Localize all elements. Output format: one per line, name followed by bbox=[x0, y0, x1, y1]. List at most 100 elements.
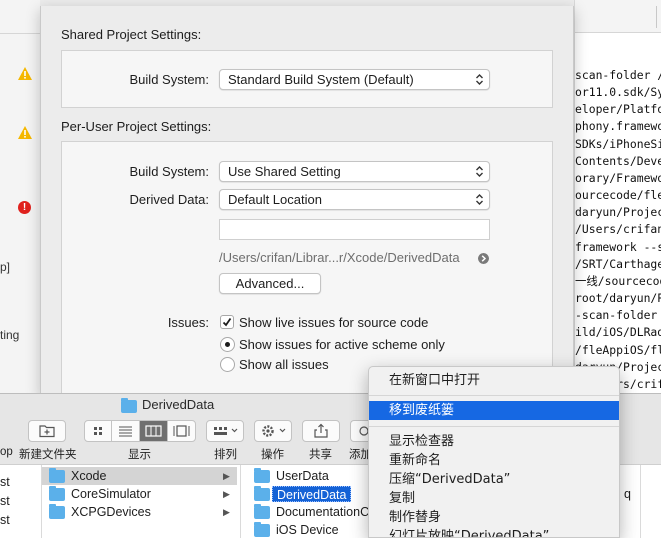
derived-data-custom-path-field[interactable] bbox=[219, 219, 490, 240]
list-item-label: iOS Device Logs bbox=[276, 523, 339, 537]
reveal-in-finder-icon[interactable] bbox=[478, 253, 489, 264]
list-view-icon bbox=[119, 426, 132, 437]
menu-item-move-to-trash[interactable]: 移到废纸篓 bbox=[369, 401, 619, 420]
log-line: root/daryun/Pr bbox=[575, 291, 661, 306]
up-down-arrows-icon bbox=[476, 166, 483, 177]
warning-icon[interactable] bbox=[18, 126, 32, 139]
sidebar-item[interactable]: st bbox=[0, 473, 40, 491]
shared-settings-title: Shared Project Settings: bbox=[61, 27, 202, 42]
toolbar-divider bbox=[0, 33, 40, 34]
column-view-segment[interactable] bbox=[140, 421, 168, 441]
log-line: /fleAppiOS/fle bbox=[575, 342, 661, 357]
list-item-xcode[interactable]: Xcode ▶ bbox=[42, 467, 237, 485]
per-user-settings-box: Build System: Use Shared Setting Derived… bbox=[61, 141, 553, 396]
sidebar-item[interactable]: st bbox=[0, 492, 40, 510]
popup-value: Default Location bbox=[228, 192, 322, 207]
list-item-cut[interactable]: q bbox=[624, 485, 638, 503]
radio-all-issues-label: Show all issues bbox=[239, 357, 329, 372]
list-item-deriveddata[interactable]: DerivedData bbox=[248, 485, 368, 503]
log-line: daryun/Project bbox=[575, 205, 661, 220]
popup-value: Standard Build System (Default) bbox=[228, 72, 414, 87]
list-item-userdata[interactable]: UserData bbox=[248, 467, 368, 485]
toolbar-cut-label: op bbox=[0, 446, 13, 458]
chevron-right-icon: ▶ bbox=[223, 507, 230, 517]
shared-build-system-label: Build System: bbox=[129, 72, 209, 87]
new-folder-icon bbox=[39, 425, 55, 438]
chevron-right-icon: ▶ bbox=[223, 471, 230, 481]
menu-item-duplicate[interactable]: 复制 bbox=[369, 489, 619, 508]
shared-settings-box: Build System: Standard Build System (Def… bbox=[61, 50, 553, 108]
gallery-view-segment[interactable] bbox=[168, 421, 195, 441]
arrange-button[interactable] bbox=[206, 420, 244, 442]
issue-label: ting bbox=[0, 328, 20, 342]
up-down-arrows-icon bbox=[476, 194, 483, 205]
folder-icon bbox=[254, 486, 270, 501]
column-divider bbox=[240, 465, 241, 538]
list-item-label: CoreSimulator bbox=[71, 487, 151, 501]
show-live-issues-checkbox[interactable] bbox=[220, 315, 234, 329]
derived-data-popup[interactable]: Default Location bbox=[219, 189, 490, 210]
menu-separator bbox=[369, 426, 619, 427]
view-label: 显示 bbox=[128, 449, 151, 461]
per-user-settings-title: Per-User Project Settings: bbox=[61, 119, 212, 134]
list-item-label: DerivedData bbox=[272, 486, 352, 502]
log-line: Contents/Deve bbox=[575, 153, 661, 168]
menu-item-open-in-new-window[interactable]: 在新窗口中打开 bbox=[369, 371, 619, 390]
folder-icon bbox=[49, 504, 65, 519]
list-item-xcpgdevices[interactable]: XCPGDevices ▶ bbox=[42, 503, 237, 521]
icon-view-segment[interactable] bbox=[85, 421, 112, 441]
new-folder-button[interactable] bbox=[28, 420, 66, 442]
shared-build-system-popup[interactable]: Standard Build System (Default) bbox=[219, 69, 490, 90]
build-log-panel: scan-folder /A or11.0.sdk/Sys eloper/Platf… bbox=[574, 0, 661, 395]
radio-active-scheme-only-label: Show issues for active scheme only bbox=[239, 337, 445, 352]
folder-icon bbox=[254, 468, 270, 483]
derived-data-label: Derived Data: bbox=[129, 192, 209, 207]
list-item-label: XCPGDevices bbox=[71, 505, 151, 519]
menu-separator bbox=[369, 395, 619, 396]
checkmark-icon bbox=[222, 317, 232, 327]
log-line: /Users/crifan bbox=[575, 222, 661, 237]
new-folder-label: 新建文件夹 bbox=[19, 449, 77, 461]
log-line: framework --sc bbox=[575, 239, 661, 254]
issues-label: Issues: bbox=[167, 315, 209, 330]
menu-item-quick-look[interactable]: 幻灯片放映“DerivedData” bbox=[369, 527, 619, 537]
log-line: 一线/sourcecod bbox=[575, 273, 661, 288]
menu-item-get-info[interactable]: 显示检查器 bbox=[369, 432, 619, 451]
sidebar-item[interactable]: st bbox=[0, 511, 40, 529]
derived-data-path: /Users/crifan/Librar...r/Xcode/DerivedDa… bbox=[219, 250, 460, 265]
folder-icon bbox=[121, 398, 137, 413]
arrange-label: 排列 bbox=[214, 449, 237, 461]
list-item-ios-device-logs[interactable]: iOS Device Logs bbox=[248, 521, 368, 538]
view-mode-segmented-control[interactable] bbox=[84, 420, 196, 442]
column-divider bbox=[640, 465, 641, 538]
finder-title: DerivedData bbox=[142, 397, 215, 412]
up-down-arrows-icon bbox=[476, 74, 483, 85]
action-button[interactable] bbox=[254, 420, 292, 442]
menu-item-rename[interactable]: 重新命名 bbox=[369, 451, 619, 470]
list-view-segment[interactable] bbox=[112, 421, 140, 441]
share-label: 共享 bbox=[309, 449, 332, 461]
log-line: SDKs/iPhoneSi bbox=[575, 136, 661, 151]
user-build-system-popup[interactable]: Use Shared Setting bbox=[219, 161, 490, 182]
share-icon bbox=[314, 423, 328, 438]
issue-navigator-strip: ! p] ting bbox=[0, 0, 40, 395]
arrange-icon bbox=[214, 427, 238, 435]
show-live-issues-label: Show live issues for source code bbox=[239, 315, 429, 330]
warning-icon[interactable] bbox=[18, 67, 32, 80]
radio-all-issues[interactable] bbox=[220, 357, 235, 372]
radio-active-scheme-only[interactable] bbox=[220, 337, 235, 352]
build-log-text: scan-folder /A or11.0.sdk/Sys eloper/Platf… bbox=[575, 67, 661, 395]
advanced-button[interactable]: Advanced... bbox=[219, 273, 321, 294]
log-line: orary/Framewor bbox=[575, 170, 661, 185]
error-icon[interactable]: ! bbox=[18, 201, 31, 214]
column-view-icon bbox=[145, 425, 162, 437]
issue-label: p] bbox=[0, 260, 11, 274]
share-button[interactable] bbox=[302, 420, 340, 442]
folder-icon bbox=[49, 468, 65, 483]
list-item-coresimulator[interactable]: CoreSimulator ▶ bbox=[42, 485, 237, 503]
menu-item-make-alias[interactable]: 制作替身 bbox=[369, 508, 619, 527]
menu-item-compress[interactable]: 压缩“DerivedData” bbox=[369, 470, 619, 489]
gallery-view-icon bbox=[173, 425, 190, 437]
list-item-documentation[interactable]: DocumentationC bbox=[248, 503, 369, 521]
user-build-system-label: Build System: bbox=[129, 164, 209, 179]
